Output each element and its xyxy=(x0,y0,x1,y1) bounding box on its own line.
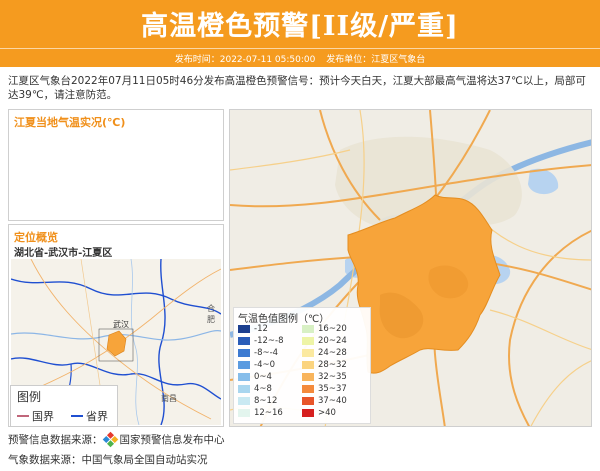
location-path: 湖北省-武汉市-江夏区 xyxy=(14,248,113,259)
color-swatch-icon xyxy=(238,324,250,333)
temperature-panel: 江夏当地气温实况(℃) xyxy=(8,109,224,221)
legend-item: 35~37 xyxy=(302,383,347,394)
legend-item: >40 xyxy=(302,407,336,418)
legend-item: 8~12 xyxy=(238,395,277,406)
color-swatch-icon xyxy=(302,336,314,345)
color-swatch-icon xyxy=(302,384,314,393)
boundary-legend: 图例 国界 省界 xyxy=(10,385,118,427)
warning-header: 高温橙色预警[II级/严重] 发布时间：2022-07-11 05:50:00 … xyxy=(0,0,600,67)
warning-title: 高温橙色预警[II级/严重] xyxy=(141,11,459,42)
publisher: 发布单位：江夏区气象台 xyxy=(326,55,426,65)
legend-provincial-border: 省界 xyxy=(71,408,108,424)
color-swatch-icon xyxy=(238,348,250,357)
color-swatch-icon xyxy=(238,408,250,417)
weather-source-text: 气象数据来源：中国气象局全国自动站实况 xyxy=(8,454,208,466)
location-panel-title: 定位概览 xyxy=(14,231,58,244)
boundary-legend-title: 图例 xyxy=(17,390,42,404)
legend-item: -8~-4 xyxy=(238,347,278,358)
legend-item: 16~20 xyxy=(302,323,347,334)
weather-source-line: 气象数据来源：中国气象局全国自动站实况 xyxy=(8,452,208,467)
color-swatch-icon xyxy=(238,372,250,381)
legend-item: 0~4 xyxy=(238,371,272,382)
legend-item: -12 xyxy=(238,323,268,334)
warning-meta: 发布时间：2022-07-11 05:50:00 发布单位：江夏区气象台 xyxy=(0,52,600,65)
national-border-line-icon xyxy=(17,415,29,417)
warning-source-line: 预警信息数据来源： 国家预警信息发布中心 xyxy=(8,431,225,448)
map-label-nanchang: 南昌 xyxy=(161,394,177,403)
legend-item: 28~32 xyxy=(302,359,347,370)
provincial-border-line-icon xyxy=(71,415,83,417)
legend-national-border: 国界 xyxy=(17,408,54,424)
temperature-panel-title: 江夏当地气温实况(℃) xyxy=(14,116,126,129)
legend-item: 4~8 xyxy=(238,383,272,394)
map-label-wuhan: 武汉 xyxy=(113,320,129,329)
color-swatch-icon xyxy=(302,348,314,357)
legend-item: -12~-8 xyxy=(238,335,283,346)
warning-description: 江夏区气象台2022年07月11日05时46分发布高温橙色预警信号：预计今天白天… xyxy=(8,75,586,101)
color-swatch-icon xyxy=(302,408,314,417)
header-divider xyxy=(0,48,600,49)
warning-source-label: 预警信息数据来源： xyxy=(8,434,103,446)
early-warning-center-logo-icon xyxy=(102,431,118,448)
color-swatch-icon xyxy=(302,396,314,405)
color-swatch-icon xyxy=(302,324,314,333)
map-label-hefei: 合肥 xyxy=(207,304,215,324)
legend-item: 20~24 xyxy=(302,335,347,346)
legend-item: 12~16 xyxy=(238,407,283,418)
publish-time: 发布时间：2022-07-11 05:50:00 xyxy=(174,55,316,65)
color-swatch-icon xyxy=(302,360,314,369)
color-swatch-icon xyxy=(238,360,250,369)
legend-item: 37~40 xyxy=(302,395,347,406)
color-swatch-icon xyxy=(302,372,314,381)
temperature-color-legend: 气温色值图例（℃） -12 -12~-8 -8~-4 -4~0 0~4 4~8 … xyxy=(233,307,371,424)
color-swatch-icon xyxy=(238,384,250,393)
legend-item: 32~35 xyxy=(302,371,347,382)
warning-source-link[interactable]: 国家预警信息发布中心 xyxy=(120,432,225,447)
legend-item: 24~28 xyxy=(302,347,347,358)
color-swatch-icon xyxy=(238,396,250,405)
legend-item: -4~0 xyxy=(238,359,275,370)
color-swatch-icon xyxy=(238,336,250,345)
